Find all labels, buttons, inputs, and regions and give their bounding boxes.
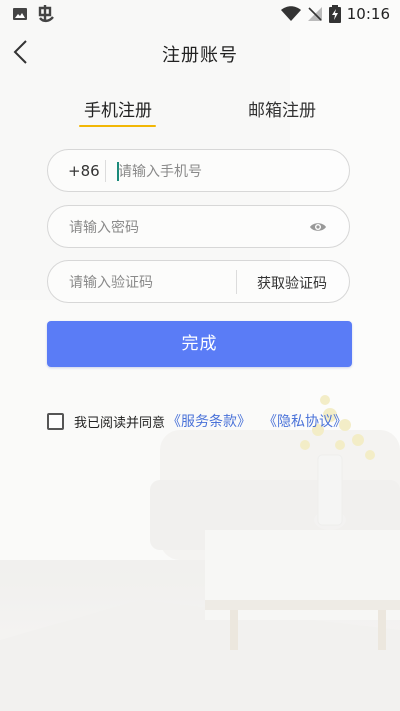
divider	[236, 270, 237, 294]
agreement-checkbox[interactable]	[47, 412, 64, 430]
tab-phone-register[interactable]: 手机注册	[84, 96, 152, 121]
wifi-icon	[280, 6, 301, 21]
status-time: 10:16	[346, 5, 390, 23]
password-field	[47, 205, 350, 248]
phone-field: +86	[47, 149, 350, 192]
page-title: 注册账号	[162, 45, 238, 66]
privacy-link[interactable]: 《隐私协议》	[263, 411, 347, 431]
active-tab-indicator	[79, 125, 156, 127]
terms-link[interactable]: 《服务条款》	[167, 411, 251, 431]
app-icon	[38, 5, 54, 23]
verification-code-input[interactable]	[69, 273, 229, 292]
phone-input[interactable]	[118, 162, 318, 181]
country-code[interactable]: +86	[68, 162, 100, 180]
battery-charging-icon	[328, 5, 341, 23]
submit-button[interactable]: 完成	[47, 321, 352, 367]
get-code-button[interactable]: 获取验证码	[257, 273, 327, 293]
divider	[105, 160, 106, 182]
agreement-row: 我已阅读并同意 《服务条款》 《隐私协议》	[47, 410, 347, 432]
tab-email-register[interactable]: 邮箱注册	[248, 96, 316, 121]
status-bar: 10:16	[0, 0, 400, 28]
verification-code-field: 获取验证码	[47, 260, 350, 303]
image-icon	[13, 8, 27, 20]
agreement-text: 我已阅读并同意	[74, 415, 166, 431]
password-input[interactable]	[69, 218, 299, 237]
eye-icon[interactable]	[309, 219, 327, 235]
no-signal-icon	[307, 7, 322, 21]
header: 注册账号	[0, 30, 400, 74]
